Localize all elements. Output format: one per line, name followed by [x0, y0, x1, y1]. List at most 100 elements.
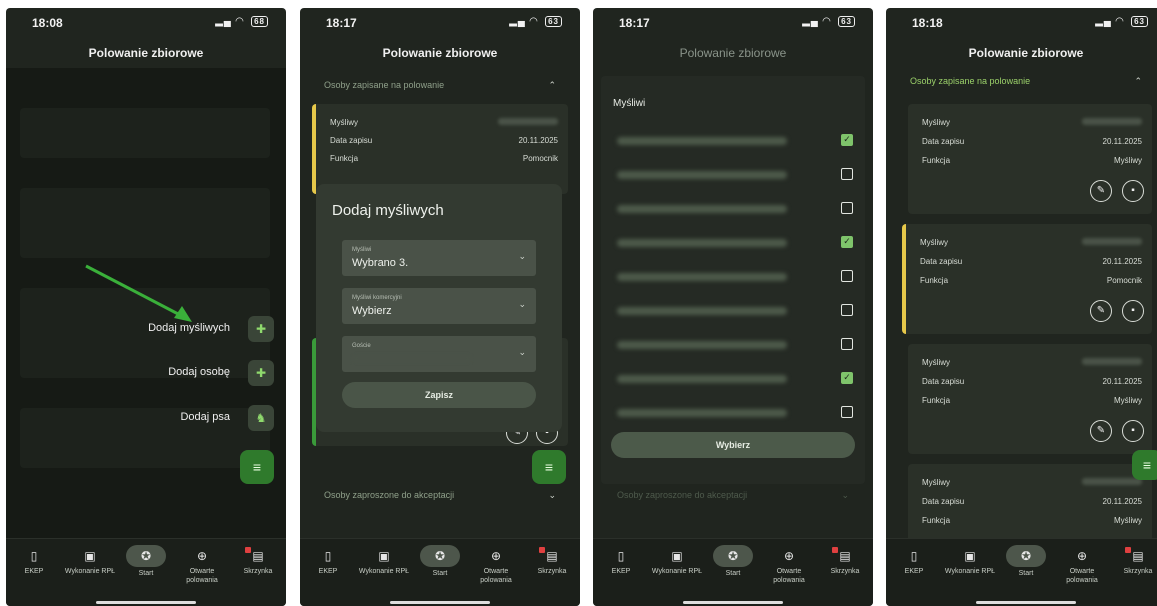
hunters-select[interactable]: Myśliwi Wybrano 3. ⌄ [342, 240, 536, 276]
checkbox[interactable]: ✓ [841, 372, 853, 384]
section-registered-label: Osoby zapisane na polowanie [324, 80, 445, 90]
nav-skrzynka[interactable]: ▤ Skrzynka [524, 547, 580, 576]
nav-wykonanie-label: Wykonanie RPŁ [944, 568, 996, 575]
battery-icon: 63 [1131, 16, 1148, 27]
edit-icon[interactable]: ✎ [1090, 300, 1112, 322]
hunter-name-blurred [617, 137, 787, 145]
nav-start[interactable]: ✪ Start [705, 545, 761, 578]
nav-skrzynka[interactable]: ▤ Skrzynka [230, 547, 286, 576]
edit-icon[interactable]: ✎ [1090, 180, 1112, 202]
nav-otwarte[interactable]: ⊕ Otwarte polowania [174, 549, 230, 585]
checkbox[interactable] [841, 202, 853, 214]
nav-wykonanie[interactable]: ▣ Wykonanie RPŁ [942, 549, 998, 576]
status-time: 18:18 [912, 16, 943, 30]
value-function: Pomocnik [522, 154, 558, 163]
fab-menu-button[interactable]: ≡ [532, 450, 566, 484]
nav-otwarte-label: Otwarte polowania [773, 568, 805, 584]
save-button[interactable]: Zapisz [342, 382, 536, 408]
fab-add-hunters-label: Dodaj myśliwych [148, 322, 230, 334]
nav-otwarte[interactable]: ⊕ Otwarte polowania [761, 549, 817, 585]
nav-ekep-label: EKEP [611, 568, 631, 575]
checkbox[interactable]: ✓ [841, 134, 853, 146]
nav-start-label: Start [138, 570, 154, 577]
card-value: 20.11.2025 [1102, 257, 1142, 266]
status-time: 18:17 [619, 16, 650, 30]
notification-dot [245, 547, 251, 553]
commercial-hunters-select[interactable]: Myśliwi komercyjni Wybierz ⌄ [342, 288, 536, 324]
participant-card: Myśliwy Data zapisu 20.11.2025 Funkcja Myśli… [908, 344, 1152, 454]
trash-icon[interactable]: ▪ [1122, 420, 1144, 442]
dog-icon[interactable]: ♞ [248, 405, 274, 431]
section-invited[interactable]: Osoby zaproszone do akceptacji ⌄ [617, 490, 849, 500]
dialog-title: Dodaj myśliwych [332, 202, 444, 219]
page-title: Polowanie zbiorowe [968, 46, 1084, 60]
checkbox[interactable] [841, 168, 853, 180]
hunter-option-row[interactable] [617, 168, 853, 182]
card-label: Myśliwy [922, 358, 950, 367]
nav-skrzynka[interactable]: ▤ Skrzynka [1110, 547, 1157, 576]
checkbox[interactable] [841, 270, 853, 282]
nav-wykonanie[interactable]: ▣ Wykonanie RPŁ [649, 549, 705, 576]
card-label: Data zapisu [922, 137, 965, 146]
nav-otwarte[interactable]: ⊕ Otwarte polowania [468, 549, 524, 585]
page-title: Polowanie zbiorowe [679, 46, 787, 60]
trash-icon[interactable]: ▪ [1122, 180, 1144, 202]
checkbox[interactable] [841, 338, 853, 350]
checkbox[interactable] [841, 304, 853, 316]
signal-wifi-battery: ▂▄ ◠ 63 [1095, 16, 1148, 27]
guests-select[interactable]: Goście ⌄ [342, 336, 536, 372]
nav-otwarte[interactable]: ⊕ Otwarte polowania [1054, 549, 1110, 585]
hunter-option-row[interactable] [617, 338, 853, 352]
hunter-option-row[interactable]: ✓ [617, 372, 853, 386]
edit-icon[interactable]: ✎ [1090, 420, 1112, 442]
checkbox[interactable]: ✓ [841, 236, 853, 248]
nav-wykonanie-label: Wykonanie RPŁ [651, 568, 703, 575]
page-title: Polowanie zbiorowe [382, 46, 498, 60]
target-icon: ⊕ [196, 549, 208, 563]
nav-ekep[interactable]: ▯ EKEP [593, 549, 649, 576]
hunter-option-row[interactable]: ✓ [617, 236, 853, 250]
nav-ekep[interactable]: ▯ EKEP [6, 549, 62, 576]
guests-select-label: Goście [352, 343, 371, 349]
home-indicator [683, 601, 783, 604]
hunter-option-row[interactable] [617, 406, 853, 420]
trash-icon[interactable]: ▪ [1122, 300, 1144, 322]
nav-start[interactable]: ✪ Start [118, 545, 174, 578]
home-indicator [96, 601, 196, 604]
hunter-option-row[interactable] [617, 270, 853, 284]
nav-start[interactable]: ✪ Start [998, 545, 1054, 578]
fab-menu-button[interactable]: ≡ [240, 450, 274, 484]
fab-menu-button[interactable]: ≡ [1132, 450, 1157, 480]
bottom-nav: ▯ EKEP ▣ Wykonanie RPŁ ✪ Start ⊕ Otwarte pol… [886, 538, 1157, 606]
hunter-name-blurred [617, 307, 787, 315]
hunter-name-blurred [617, 205, 787, 213]
label-date: Data zapisu [330, 136, 373, 145]
select-button[interactable]: Wybierz [611, 432, 855, 458]
hunter-option-row[interactable] [617, 304, 853, 318]
add-person-icon[interactable]: ✚ [248, 360, 274, 386]
participant-card: Myśliwy Data zapisu 20.11.2025 Funkcja Pomoc… [902, 224, 1152, 334]
nav-skrzynka[interactable]: ▤ Skrzynka [817, 547, 873, 576]
section-invited-label: Osoby zaproszone do akceptacji [617, 490, 748, 500]
card-value: 20.11.2025 [1102, 497, 1142, 506]
chevron-up-icon: ⌃ [1134, 76, 1142, 86]
page-title: Polowanie zbiorowe [88, 46, 204, 60]
bottom-nav: ▯ EKEP ▣ Wykonanie RPŁ ✪ Start ⊕ Otwarte pol… [593, 538, 873, 606]
nav-start[interactable]: ✪ Start [412, 545, 468, 578]
add-person-icon[interactable]: ✚ [248, 316, 274, 342]
checkbox[interactable] [841, 406, 853, 418]
hunter-name-blurred [617, 171, 787, 179]
hunter-option-row[interactable]: ✓ [617, 134, 853, 148]
phone-screen-1: 18:08 ▂▄ ◠ 68 Polowanie zbiorowe Dodaj m… [6, 8, 286, 606]
hunters-select-label: Myśliwi [352, 247, 372, 253]
section-registered[interactable]: Osoby zapisane na polowanie ⌃ [910, 76, 1142, 86]
nav-ekep[interactable]: ▯ EKEP [886, 549, 942, 576]
book-icon: ▯ [617, 549, 625, 563]
nav-wykonanie[interactable]: ▣ Wykonanie RPŁ [62, 549, 118, 576]
section-invited[interactable]: Osoby zaproszone do akceptacji ⌄ [324, 490, 556, 500]
nav-wykonanie[interactable]: ▣ Wykonanie RPŁ [356, 549, 412, 576]
nav-ekep[interactable]: ▯ EKEP [300, 549, 356, 576]
dimmed-card [20, 188, 270, 258]
section-registered[interactable]: Osoby zapisane na polowanie ⌃ [324, 80, 556, 90]
hunter-option-row[interactable] [617, 202, 853, 216]
